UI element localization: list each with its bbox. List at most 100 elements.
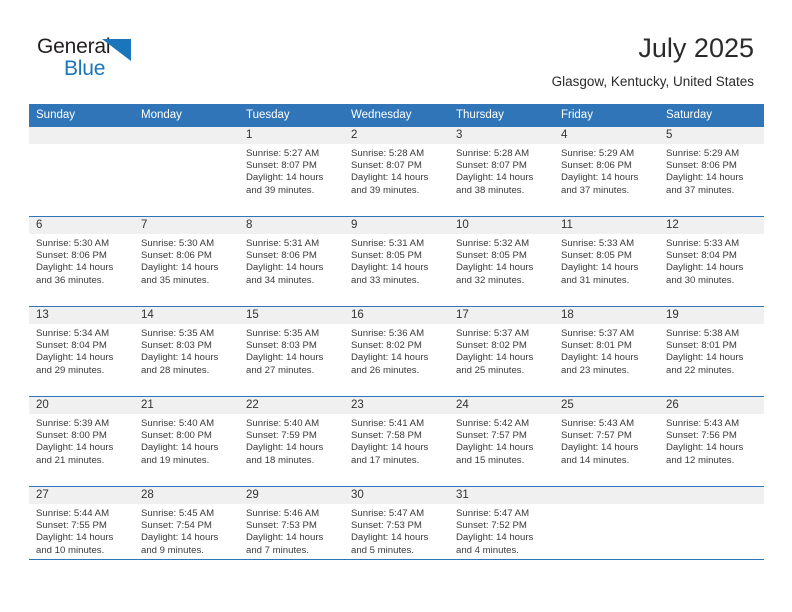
day-details: Sunrise: 5:28 AM Sunset: 8:07 PM Daylight:…: [344, 144, 449, 197]
calendar-day-cell[interactable]: 30 Sunrise: 5:47 AM Sunset: 7:53 PM Dayligh…: [344, 486, 449, 576]
daylight-text-line1: Daylight: 14 hours: [351, 532, 429, 544]
day-number: [554, 487, 659, 504]
calendar-day-cell[interactable]: 11 Sunrise: 5:33 AM Sunset: 8:05 PM Dayligh…: [554, 216, 659, 307]
calendar-day-cell[interactable]: 29 Sunrise: 5:46 AM Sunset: 7:53 PM Dayligh…: [239, 486, 344, 576]
daylight-text-line2: and 25 minutes.: [456, 364, 525, 376]
sunrise-text: Sunrise: 5:39 AM: [36, 418, 110, 429]
sunrise-text: Sunrise: 5:36 AM: [351, 328, 425, 339]
daylight-text-line1: Daylight: 14 hours: [141, 442, 219, 454]
weekday-header-wednesday: Wednesday: [344, 104, 449, 127]
daylight-text-line2: and 32 minutes.: [456, 274, 525, 286]
calendar-grid: Sunday Monday Tuesday Wednesday Thursday Frid…: [29, 104, 764, 576]
calendar-bottom-border: [29, 559, 764, 561]
calendar-day-cell[interactable]: 28 Sunrise: 5:45 AM Sunset: 7:54 PM Dayligh…: [134, 486, 239, 576]
calendar-day-cell[interactable]: 24 Sunrise: 5:42 AM Sunset: 7:57 PM Dayligh…: [449, 396, 554, 487]
calendar-day-cell[interactable]: 9 Sunrise: 5:31 AM Sunset: 8:05 PM Daylight…: [344, 216, 449, 307]
calendar-day-cell[interactable]: 12 Sunrise: 5:33 AM Sunset: 8:04 PM Dayligh…: [659, 216, 764, 307]
daylight-text-line2: and 14 minutes.: [561, 454, 630, 466]
calendar-day-cell[interactable]: 16 Sunrise: 5:36 AM Sunset: 8:02 PM Dayligh…: [344, 306, 449, 397]
daylight-text-line2: and 36 minutes.: [36, 274, 105, 286]
day-details: Sunrise: 5:29 AM Sunset: 8:06 PM Daylight:…: [554, 144, 659, 197]
calendar-day-cell[interactable]: 19 Sunrise: 5:38 AM Sunset: 8:01 PM Dayligh…: [659, 306, 764, 397]
daylight-text-line1: Daylight: 14 hours: [456, 442, 534, 454]
day-details: Sunrise: 5:47 AM Sunset: 7:52 PM Daylight:…: [449, 504, 554, 557]
sunset-text: Sunset: 8:06 PM: [36, 250, 107, 262]
sunset-text: Sunset: 8:06 PM: [561, 160, 632, 172]
daylight-text-line1: Daylight: 14 hours: [561, 442, 639, 454]
sunrise-text: Sunrise: 5:30 AM: [36, 238, 110, 249]
calendar-day-cell[interactable]: 17 Sunrise: 5:37 AM Sunset: 8:02 PM Dayligh…: [449, 306, 554, 397]
calendar-day-cell[interactable]: 15 Sunrise: 5:35 AM Sunset: 8:03 PM Dayligh…: [239, 306, 344, 397]
day-number: 28: [134, 487, 239, 504]
calendar-day-cell[interactable]: 25 Sunrise: 5:43 AM Sunset: 7:57 PM Dayligh…: [554, 396, 659, 487]
sunrise-text: Sunrise: 5:35 AM: [141, 328, 215, 339]
sunrise-text: Sunrise: 5:47 AM: [351, 508, 425, 519]
day-details: Sunrise: 5:35 AM Sunset: 8:03 PM Daylight:…: [134, 324, 239, 377]
day-number: 7: [134, 217, 239, 234]
calendar-day-cell[interactable]: 14 Sunrise: 5:35 AM Sunset: 8:03 PM Dayligh…: [134, 306, 239, 397]
daylight-text-line2: and 39 minutes.: [246, 184, 315, 196]
sunset-text: Sunset: 8:05 PM: [351, 250, 422, 262]
sunrise-text: Sunrise: 5:42 AM: [456, 418, 530, 429]
day-number: 11: [554, 217, 659, 234]
triangle-icon: [102, 39, 131, 61]
calendar-day-cell[interactable]: 13 Sunrise: 5:34 AM Sunset: 8:04 PM Dayligh…: [29, 306, 134, 397]
calendar-day-cell[interactable]: 18 Sunrise: 5:37 AM Sunset: 8:01 PM Dayligh…: [554, 306, 659, 397]
calendar-day-cell[interactable]: 27 Sunrise: 5:44 AM Sunset: 7:55 PM Dayligh…: [29, 486, 134, 576]
day-details: Sunrise: 5:32 AM Sunset: 8:05 PM Daylight:…: [449, 234, 554, 287]
weekday-header-friday: Friday: [554, 104, 659, 127]
sunset-text: Sunset: 8:02 PM: [351, 340, 422, 352]
sunrise-text: Sunrise: 5:40 AM: [141, 418, 215, 429]
day-number: 13: [29, 307, 134, 324]
calendar-day-cell[interactable]: 31 Sunrise: 5:47 AM Sunset: 7:52 PM Dayligh…: [449, 486, 554, 576]
daylight-text-line2: and 37 minutes.: [666, 184, 735, 196]
day-details: Sunrise: 5:27 AM Sunset: 8:07 PM Daylight:…: [239, 144, 344, 197]
daylight-text-line1: Daylight: 14 hours: [141, 262, 219, 274]
day-number: 31: [449, 487, 554, 504]
sunset-text: Sunset: 8:06 PM: [141, 250, 212, 262]
sunrise-text: Sunrise: 5:30 AM: [141, 238, 215, 249]
calendar-day-cell[interactable]: 4 Sunrise: 5:29 AM Sunset: 8:06 PM Daylight…: [554, 126, 659, 217]
daylight-text-line1: Daylight: 14 hours: [456, 352, 534, 364]
day-details: Sunrise: 5:34 AM Sunset: 8:04 PM Daylight:…: [29, 324, 134, 377]
daylight-text-line2: and 37 minutes.: [561, 184, 630, 196]
sunset-text: Sunset: 8:01 PM: [666, 340, 737, 352]
sunset-text: Sunset: 8:07 PM: [246, 160, 317, 172]
calendar-day-cell[interactable]: 2 Sunrise: 5:28 AM Sunset: 8:07 PM Daylight…: [344, 126, 449, 217]
calendar-day-cell[interactable]: 10 Sunrise: 5:32 AM Sunset: 8:05 PM Dayligh…: [449, 216, 554, 307]
sunset-text: Sunset: 8:03 PM: [141, 340, 212, 352]
calendar-day-cell[interactable]: 22 Sunrise: 5:40 AM Sunset: 7:59 PM Dayligh…: [239, 396, 344, 487]
calendar-week-row: 13 Sunrise: 5:34 AM Sunset: 8:04 PM Dayligh…: [29, 306, 764, 397]
day-details: Sunrise: 5:45 AM Sunset: 7:54 PM Daylight:…: [134, 504, 239, 557]
day-details: Sunrise: 5:37 AM Sunset: 8:01 PM Daylight:…: [554, 324, 659, 377]
sunrise-text: Sunrise: 5:37 AM: [456, 328, 530, 339]
day-details: Sunrise: 5:41 AM Sunset: 7:58 PM Daylight:…: [344, 414, 449, 467]
calendar-day-cell[interactable]: 1 Sunrise: 5:27 AM Sunset: 8:07 PM Daylight…: [239, 126, 344, 217]
calendar-day-cell[interactable]: 7 Sunrise: 5:30 AM Sunset: 8:06 PM Daylight…: [134, 216, 239, 307]
day-details: Sunrise: 5:43 AM Sunset: 7:57 PM Daylight:…: [554, 414, 659, 467]
day-number: 2: [344, 127, 449, 144]
day-number: 14: [134, 307, 239, 324]
calendar-day-cell[interactable]: 6 Sunrise: 5:30 AM Sunset: 8:06 PM Daylight…: [29, 216, 134, 307]
sunset-text: Sunset: 7:53 PM: [351, 520, 422, 532]
calendar-day-cell[interactable]: 21 Sunrise: 5:40 AM Sunset: 8:00 PM Dayligh…: [134, 396, 239, 487]
calendar-day-cell[interactable]: 23 Sunrise: 5:41 AM Sunset: 7:58 PM Dayligh…: [344, 396, 449, 487]
sunrise-text: Sunrise: 5:40 AM: [246, 418, 320, 429]
day-number: 30: [344, 487, 449, 504]
calendar-day-cell[interactable]: 8 Sunrise: 5:31 AM Sunset: 8:06 PM Daylight…: [239, 216, 344, 307]
sunrise-text: Sunrise: 5:43 AM: [666, 418, 740, 429]
day-details: Sunrise: 5:33 AM Sunset: 8:05 PM Daylight:…: [554, 234, 659, 287]
day-details: Sunrise: 5:31 AM Sunset: 8:06 PM Daylight:…: [239, 234, 344, 287]
calendar-day-cell[interactable]: 26 Sunrise: 5:43 AM Sunset: 7:56 PM Dayligh…: [659, 396, 764, 487]
daylight-text-line2: and 31 minutes.: [561, 274, 630, 286]
daylight-text-line1: Daylight: 14 hours: [666, 352, 744, 364]
daylight-text-line1: Daylight: 14 hours: [141, 532, 219, 544]
calendar-day-cell[interactable]: 5 Sunrise: 5:29 AM Sunset: 8:06 PM Daylight…: [659, 126, 764, 217]
day-details: Sunrise: 5:28 AM Sunset: 8:07 PM Daylight:…: [449, 144, 554, 197]
daylight-text-line2: and 15 minutes.: [456, 454, 525, 466]
day-number: 6: [29, 217, 134, 234]
calendar-day-cell-empty: [29, 126, 134, 217]
calendar-day-cell[interactable]: 20 Sunrise: 5:39 AM Sunset: 8:00 PM Dayligh…: [29, 396, 134, 487]
daylight-text-line1: Daylight: 14 hours: [36, 262, 114, 274]
calendar-day-cell[interactable]: 3 Sunrise: 5:28 AM Sunset: 8:07 PM Daylight…: [449, 126, 554, 217]
